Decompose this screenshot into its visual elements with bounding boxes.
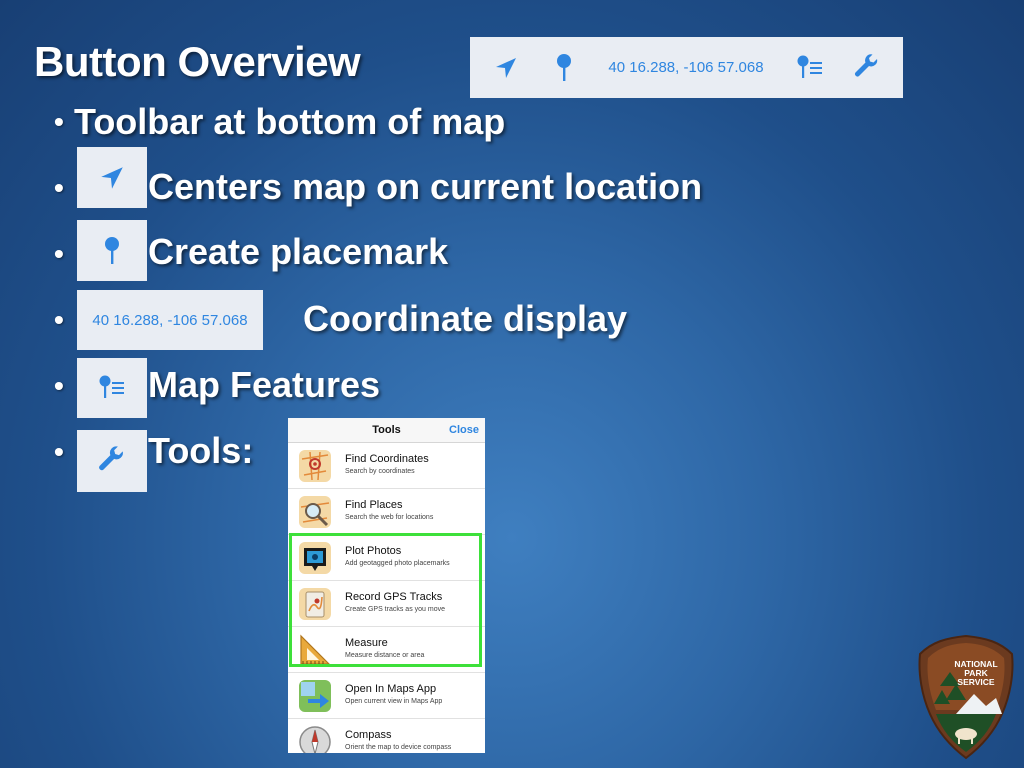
tool-row-find-coordinates[interactable]: Find Coordinates Search by coordinates xyxy=(288,443,485,489)
bullet-text: Create placemark xyxy=(148,231,449,272)
tool-name: Compass xyxy=(345,729,392,741)
tool-row-compass[interactable]: Compass Orient the map to device compass xyxy=(288,719,485,753)
map-features-icon xyxy=(77,358,147,418)
nps-logo: NATIONAL PARK SERVICE xyxy=(916,634,1016,765)
tools-header: Tools Close xyxy=(288,418,485,443)
slide-title: Button Overview xyxy=(34,38,361,85)
find-coordinates-icon xyxy=(298,449,332,483)
bullet-dot: • xyxy=(54,172,64,203)
nps-logo-text: SERVICE xyxy=(957,677,994,687)
open-maps-icon xyxy=(298,679,332,713)
bullet-text: Tools: xyxy=(148,430,254,471)
bullet-dot: • xyxy=(54,370,64,401)
location-arrow-icon xyxy=(490,37,522,98)
record-gps-icon xyxy=(298,587,332,621)
bullet-text: Centers map on current location xyxy=(148,166,703,207)
tool-desc: Search by coordinates xyxy=(345,468,415,475)
close-button[interactable]: Close xyxy=(449,424,479,436)
bullet-dot: • xyxy=(54,238,64,269)
tool-name: Plot Photos xyxy=(345,545,402,557)
map-features-icon xyxy=(792,37,828,98)
placemark-pin-icon xyxy=(550,37,578,98)
tool-desc: Measure distance or area xyxy=(345,652,425,659)
plot-photos-icon xyxy=(298,541,332,575)
tool-desc: Open current view in Maps App xyxy=(345,698,443,705)
location-arrow-icon xyxy=(77,147,147,208)
compass-icon xyxy=(298,725,332,753)
toolbar-preview: 40 16.288, -106 57.068 xyxy=(470,37,903,98)
tool-name: Open In Maps App xyxy=(345,683,437,695)
tool-row-open-in-maps-app[interactable]: Open In Maps App Open current view in Ma… xyxy=(288,673,485,719)
tool-desc: Add geotagged photo placemarks xyxy=(345,560,450,567)
bullet-text: Coordinate display xyxy=(303,298,628,339)
find-places-icon xyxy=(298,495,332,529)
tool-name: Record GPS Tracks xyxy=(345,591,443,603)
bullet-dot: • xyxy=(54,436,64,467)
tool-desc: Search the web for locations xyxy=(345,514,434,521)
coordinate-display: 40 16.288, -106 57.068 xyxy=(608,59,764,76)
wrench-icon xyxy=(77,430,147,492)
tool-name: Find Places xyxy=(345,499,403,511)
placemark-pin-icon xyxy=(77,220,147,281)
tools-panel: Tools Close Find Coordinates Search by c… xyxy=(288,418,485,753)
tool-row-plot-photos[interactable]: Plot Photos Add geotagged photo placemar… xyxy=(288,535,485,581)
wrench-icon xyxy=(850,37,884,98)
measure-icon xyxy=(298,633,332,667)
bullet-dot: • xyxy=(54,106,64,137)
coordinate-display: 40 16.288, -106 57.068 xyxy=(77,290,263,350)
bullet-text: Map Features xyxy=(148,364,381,405)
bullet-text: Toolbar at bottom of map xyxy=(74,101,506,142)
tool-name: Measure xyxy=(345,637,388,649)
tool-name: Find Coordinates xyxy=(345,453,429,465)
bullet-dot: • xyxy=(54,304,64,335)
tool-row-record-gps-tracks[interactable]: Record GPS Tracks Create GPS tracks as y… xyxy=(288,581,485,627)
tool-desc: Create GPS tracks as you move xyxy=(345,606,445,613)
tool-desc: Orient the map to device compass xyxy=(345,744,452,751)
tool-row-measure[interactable]: Measure Measure distance or area xyxy=(288,627,485,673)
tool-row-find-places[interactable]: Find Places Search the web for locations xyxy=(288,489,485,535)
